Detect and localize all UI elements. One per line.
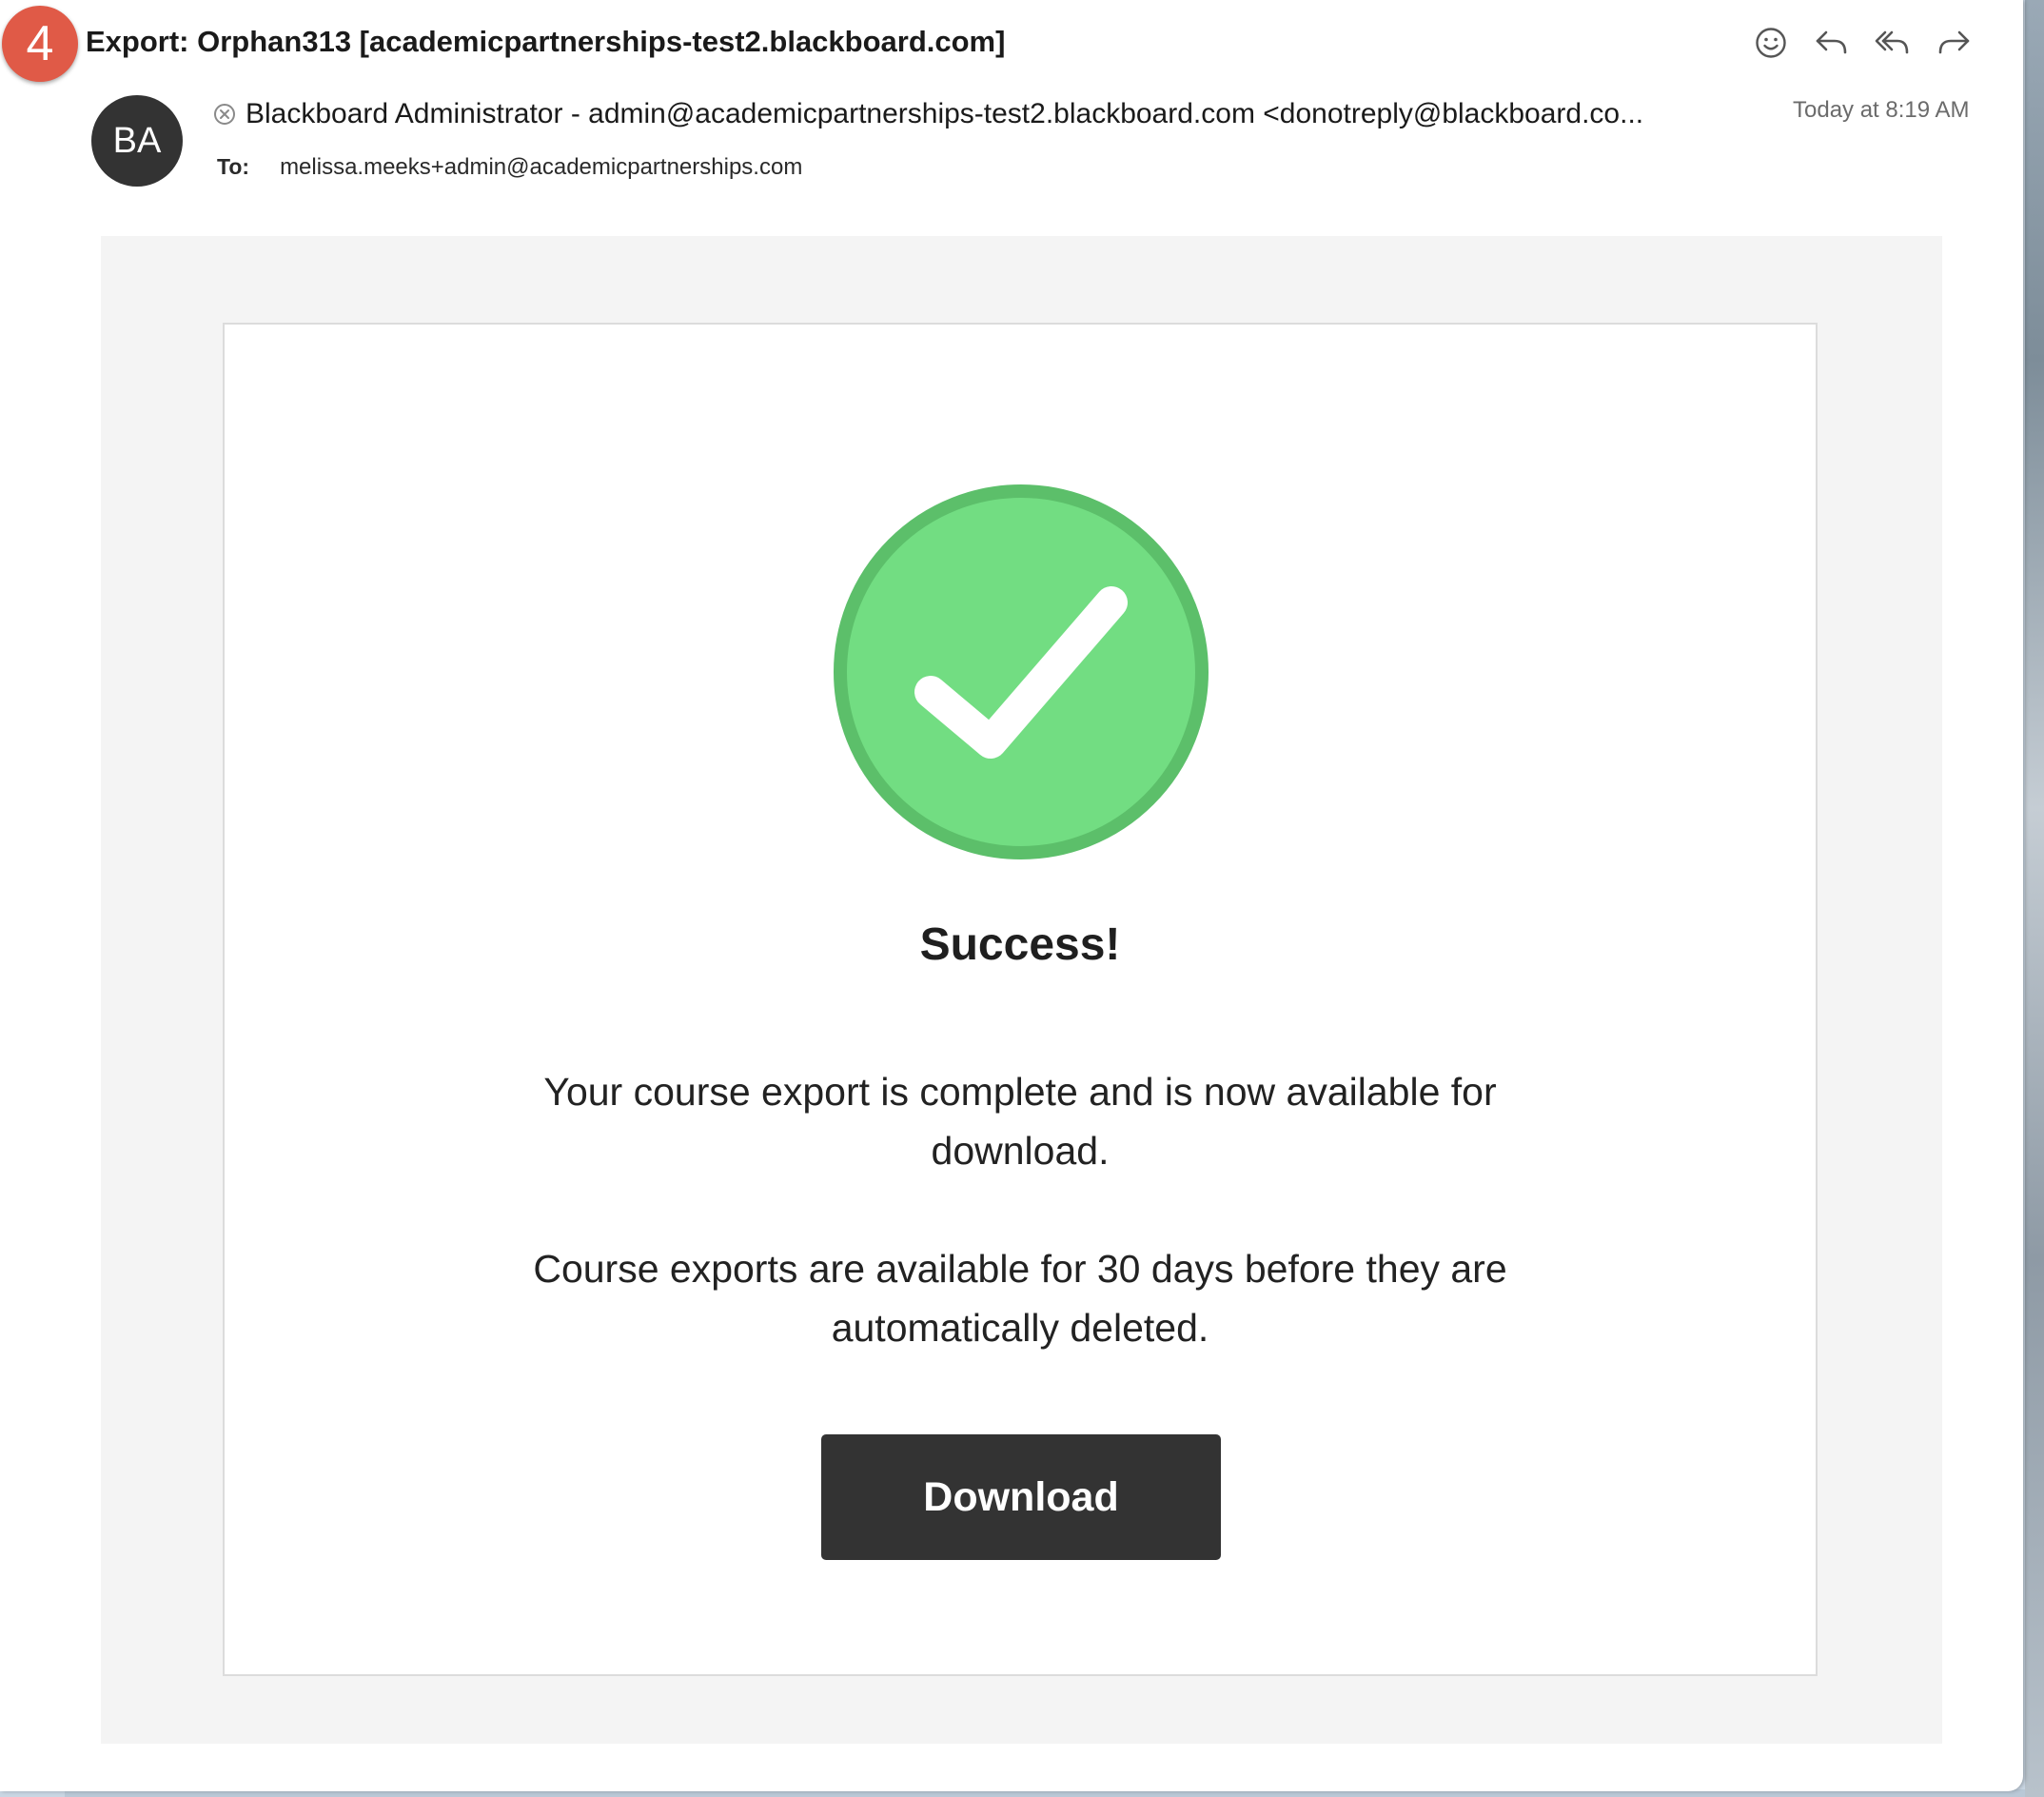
download-button[interactable]: Download	[821, 1434, 1221, 1560]
notification-card: Success! Your course export is complete …	[223, 323, 1818, 1676]
message-actions-toolbar	[1753, 25, 1972, 61]
reply-all-icon	[1875, 30, 1909, 54]
email-subject: Export: Orphan313 [academicpartnerships-…	[86, 25, 1006, 58]
sender-row: Blackboard Administrator - admin@academi…	[213, 98, 1643, 130]
export-complete-line-1: Your course export is complete and is no…	[543, 1070, 1497, 1114]
emoji-reaction-button[interactable]	[1753, 25, 1789, 61]
success-title: Success!	[919, 919, 1121, 970]
to-label: To:	[217, 154, 250, 179]
mail-message-window: Export: Orphan313 [academicpartnerships-…	[0, 0, 2023, 1791]
emoji-icon	[1756, 28, 1786, 58]
email-date: Today at 8:19 AM	[1793, 97, 1970, 123]
forward-icon	[1938, 30, 1970, 54]
remove-sender-icon[interactable]	[213, 103, 236, 126]
success-check-icon	[834, 484, 1209, 859]
step-number-badge: 4	[2, 6, 78, 82]
export-complete-line-2: download.	[931, 1129, 1110, 1173]
recipient-address[interactable]: melissa.meeks+admin@academicpartnerships…	[280, 154, 802, 181]
sender-avatar: BA	[91, 95, 183, 187]
retention-notice-line-1: Course exports are available for 30 days…	[533, 1247, 1507, 1291]
reply-icon	[1816, 30, 1847, 54]
forward-button[interactable]	[1936, 25, 1972, 61]
sender-name[interactable]: Blackboard Administrator - admin@academi…	[246, 98, 1643, 130]
reply-button[interactable]	[1814, 25, 1850, 61]
reply-all-button[interactable]	[1875, 25, 1911, 61]
desktop-background	[2025, 0, 2044, 1797]
retention-notice-text: Course exports are available for 30 days…	[225, 1239, 1816, 1357]
recipient-row: To: melissa.meeks+admin@academicpartners…	[217, 154, 802, 181]
export-complete-text: Your course export is complete and is no…	[225, 1062, 1816, 1180]
retention-notice-line-2: automatically deleted.	[831, 1306, 1209, 1350]
